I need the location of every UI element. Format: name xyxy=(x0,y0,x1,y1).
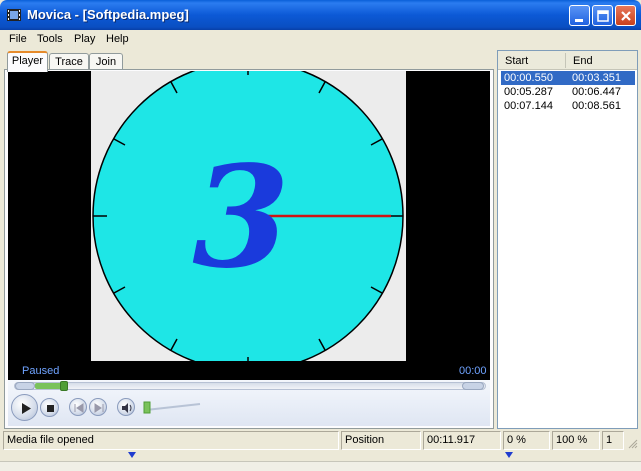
mute-button[interactable] xyxy=(117,398,135,416)
player-state: Paused xyxy=(22,365,60,377)
seek-forward-handle[interactable] xyxy=(462,382,484,390)
segment-row[interactable]: 00:05.287 00:06.447 xyxy=(501,85,635,99)
menu-file[interactable]: File xyxy=(9,33,27,45)
maximize-icon xyxy=(597,10,609,22)
status-zoom: 100 % xyxy=(552,431,600,450)
minimize-button[interactable] xyxy=(569,5,590,26)
header-divider[interactable] xyxy=(565,53,566,68)
segment-end: 00:06.447 xyxy=(572,86,621,98)
status-position-label: Position xyxy=(341,431,421,450)
countdown-clock: 3 xyxy=(92,71,404,361)
segment-start: 00:07.144 xyxy=(504,100,553,112)
speaker-icon xyxy=(122,403,132,413)
menu-help[interactable]: Help xyxy=(106,33,129,45)
player-time: 00:00 xyxy=(459,365,487,377)
countdown-digit: 3 xyxy=(192,136,289,300)
play-icon xyxy=(22,403,31,414)
minimize-icon xyxy=(575,19,583,22)
segment-start: 00:00.550 xyxy=(504,72,553,84)
player-status-strip xyxy=(8,361,490,380)
status-count: 1 xyxy=(602,431,624,450)
seek-bar[interactable] xyxy=(14,382,486,390)
segment-end: 00:08.561 xyxy=(572,100,621,112)
column-header-start[interactable]: Start xyxy=(505,55,528,67)
volume-slider[interactable] xyxy=(142,400,202,414)
resize-grip-icon[interactable] xyxy=(626,437,638,449)
status-position-value: 00:11.917 xyxy=(423,431,501,450)
column-header-end[interactable]: End xyxy=(573,55,593,67)
previous-button[interactable] xyxy=(69,398,87,416)
menu-play[interactable]: Play xyxy=(74,33,95,45)
segment-row[interactable]: 00:00.550 00:03.351 xyxy=(500,70,636,86)
maximize-button[interactable] xyxy=(592,5,613,26)
next-icon xyxy=(94,403,104,413)
window-title: Movica - [Softpedia.mpeg] xyxy=(27,7,189,22)
close-button[interactable] xyxy=(615,5,636,26)
previous-icon xyxy=(74,403,84,413)
play-button[interactable] xyxy=(11,394,38,421)
timeline-track[interactable] xyxy=(4,451,638,459)
seek-rewind-handle[interactable] xyxy=(15,382,35,390)
menu-bar xyxy=(3,30,638,49)
film-icon[interactable] xyxy=(6,7,22,23)
close-icon xyxy=(621,11,631,21)
volume-thumb xyxy=(143,401,151,414)
segment-row[interactable]: 00:07.144 00:08.561 xyxy=(501,99,635,113)
stop-button[interactable] xyxy=(40,398,59,417)
timeline-marker-start[interactable] xyxy=(128,452,136,458)
status-message: Media file opened xyxy=(3,431,339,450)
segment-end: 00:03.351 xyxy=(572,72,621,84)
status-percent: 0 % xyxy=(503,431,550,450)
horizontal-scrollbar[interactable] xyxy=(0,461,641,471)
timeline-marker-end[interactable] xyxy=(505,452,513,458)
seek-thumb[interactable] xyxy=(60,381,68,391)
menu-tools[interactable]: Tools xyxy=(37,33,63,45)
stop-icon xyxy=(47,405,54,412)
segment-start: 00:05.287 xyxy=(504,86,553,98)
tab-player[interactable]: Player xyxy=(7,51,48,72)
next-button[interactable] xyxy=(89,398,107,416)
